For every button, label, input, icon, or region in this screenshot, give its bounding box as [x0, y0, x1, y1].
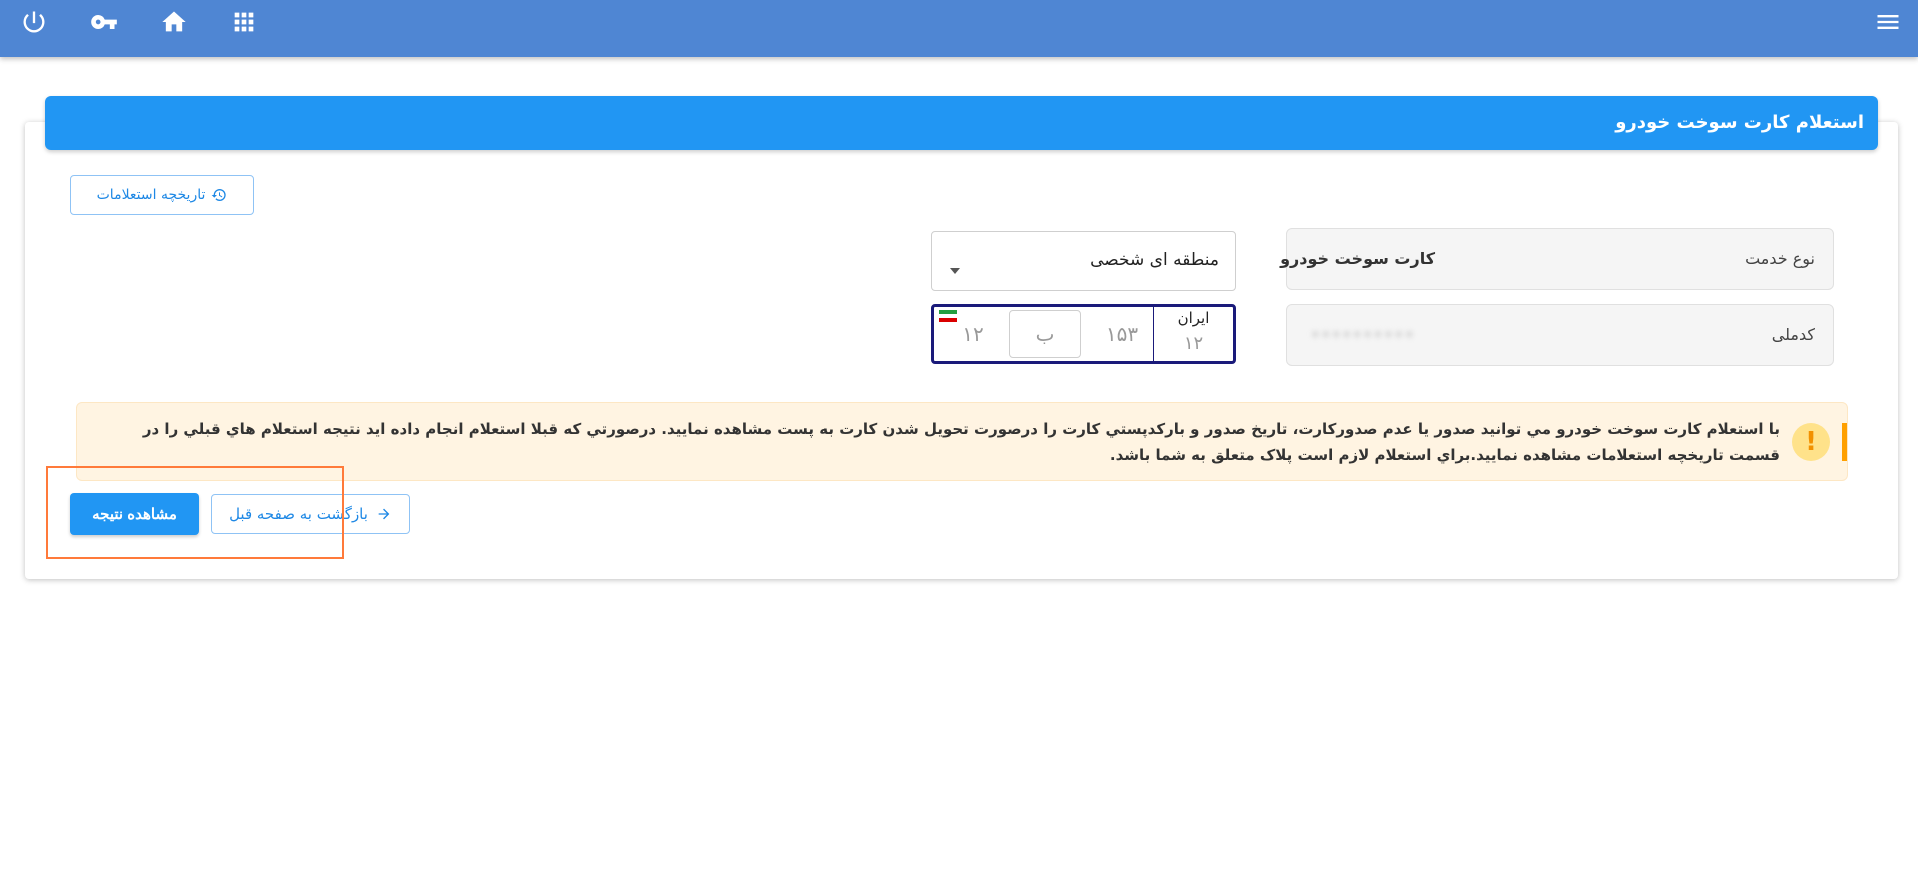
plate-type-select[interactable]: منطقه ای شخصی: [931, 231, 1236, 291]
alert-text: با استعلام کارت سوخت خودرو مي توانيد صدو…: [142, 420, 1780, 464]
service-type-value: کارت سوخت خودرو: [1280, 249, 1435, 268]
view-result-button[interactable]: مشاهده نتیجه: [70, 493, 199, 535]
plate-letter-select[interactable]: ب: [1009, 310, 1081, 358]
plate-iran-label: ایران: [1177, 309, 1210, 327]
info-alert: ! با استعلام کارت سوخت خودرو مي توانيد ص…: [76, 402, 1848, 481]
warning-icon: !: [1792, 423, 1830, 461]
iran-flag-icon: [939, 310, 957, 322]
back-button[interactable]: بازگشت به صفحه قبل: [211, 494, 410, 534]
arrow-right-icon: [378, 508, 390, 520]
power-icon[interactable]: [18, 6, 50, 38]
top-navbar: [0, 0, 1918, 57]
history-button[interactable]: تاریخچه استعلامات: [70, 175, 254, 215]
menu-icon[interactable]: [1872, 6, 1904, 38]
back-button-label: بازگشت به صفحه قبل: [229, 505, 368, 523]
plate-three-digits[interactable]: ۱۵۳: [1089, 307, 1155, 361]
service-type-field: نوع خدمت کارت سوخت خودرو: [1280, 228, 1834, 290]
plate-iran-number: ۱۲: [1183, 333, 1204, 354]
plate-iran-section[interactable]: ایران ۱۲: [1153, 307, 1233, 361]
license-plate-input: ایران ۱۲ ۱۵۳ ب ۱۲: [931, 304, 1236, 364]
home-icon[interactable]: [158, 6, 190, 38]
plate-type-value: منطقه ای شخصی: [1090, 250, 1219, 270]
national-id-value: ••••••••••: [1310, 325, 1415, 344]
plate-two-digits[interactable]: ۱۲: [952, 307, 994, 361]
apps-grid-icon[interactable]: [228, 6, 260, 38]
chevron-down-icon: [950, 268, 960, 274]
page-title: استعلام کارت سوخت خودرو: [45, 96, 1878, 150]
service-type-label: نوع خدمت: [1745, 249, 1815, 268]
national-id-label: کدملی: [1771, 325, 1815, 344]
alert-accent-bar: [1842, 423, 1847, 461]
national-id-field: کدملی ••••••••••: [1286, 304, 1834, 366]
key-icon[interactable]: [88, 6, 120, 38]
history-button-label: تاریخچه استعلامات: [96, 187, 206, 203]
history-icon: [212, 189, 227, 201]
